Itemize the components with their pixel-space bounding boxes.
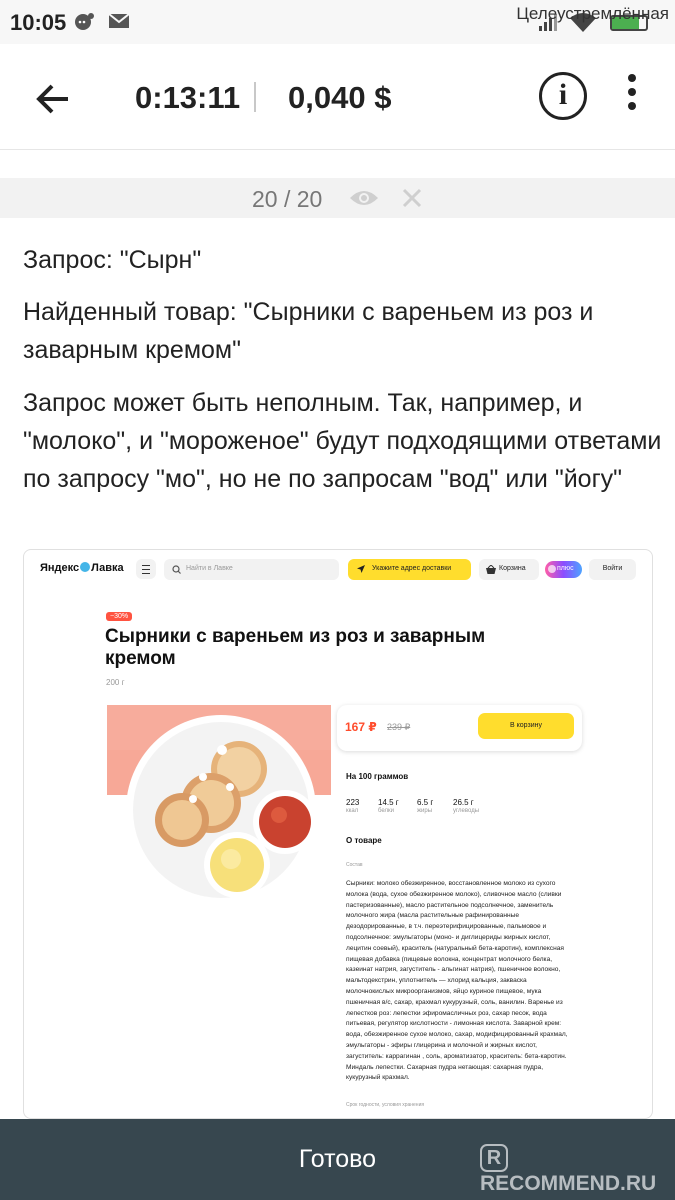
query-text: Запрос: "Сырн" bbox=[23, 246, 202, 274]
arrow-left-icon bbox=[36, 84, 68, 114]
task-price: 0,040 $ bbox=[288, 80, 392, 115]
status-time: 10:05 bbox=[10, 10, 67, 35]
new-price: 167 ₽ bbox=[345, 720, 377, 734]
composition-text: Сырники: молоко обезжиренное, восстановл… bbox=[346, 880, 568, 1082]
discount-badge: −30% bbox=[106, 612, 133, 621]
basket-icon bbox=[486, 565, 496, 574]
nutrition-label: ккал bbox=[346, 808, 359, 814]
found-product-text: Найденный товар: "Сырники с вареньем из … bbox=[23, 298, 594, 364]
nutrition-label: жиры bbox=[417, 808, 433, 814]
chat-notification-icon bbox=[75, 13, 94, 30]
menu-dot bbox=[628, 102, 636, 110]
lavka-login-button: Войти bbox=[589, 559, 636, 580]
buy-block: 167 ₽ 239 ₽ В корзину bbox=[337, 705, 582, 751]
product-weight: 200 г bbox=[106, 678, 125, 687]
mail-notification-icon bbox=[108, 13, 130, 28]
about-title: О товаре bbox=[346, 836, 382, 845]
watermark: RRECOMMEND.RU bbox=[480, 1142, 675, 1196]
lavka-delivery-button: Укажите адрес доставки bbox=[348, 559, 471, 580]
lavka-menu-icon bbox=[136, 559, 156, 579]
nutrition-title: На 100 граммов bbox=[346, 772, 409, 781]
lavka-plus-badge: плюс bbox=[545, 561, 582, 578]
plus-icon bbox=[548, 565, 556, 573]
close-icon bbox=[402, 188, 422, 208]
info-icon: i bbox=[558, 78, 568, 111]
lavka-logo: Яндекс Лавка bbox=[40, 562, 124, 574]
app-bar: 0:13:11 0,040 $ i bbox=[0, 44, 675, 150]
menu-dot bbox=[628, 74, 636, 82]
lavka-search: Найти в Лавке bbox=[164, 559, 339, 580]
back-button[interactable] bbox=[28, 74, 78, 124]
instruction-text: Запрос может быть неполным. Так, наприме… bbox=[23, 389, 662, 493]
task-counter-strip: 20 / 20 bbox=[0, 178, 675, 218]
shelf-life-link: Срок годности, условия хранения bbox=[346, 1102, 425, 1108]
nutrition-label: белки bbox=[378, 808, 394, 814]
more-menu-button[interactable] bbox=[620, 74, 644, 120]
composition-label: Состав bbox=[346, 862, 363, 868]
nutrition-value: 14.5 г bbox=[378, 798, 399, 807]
status-bar: 10:05 Целеустремлённая bbox=[0, 0, 675, 44]
nutrition-value: 223 bbox=[346, 798, 360, 807]
location-arrow-icon bbox=[357, 565, 365, 573]
product-title: Сырники с вареньем из роз и заварным кре… bbox=[105, 626, 486, 669]
old-price: 239 ₽ bbox=[387, 722, 411, 732]
skip-button[interactable] bbox=[400, 185, 424, 211]
product-screenshot: Яндекс Лавка Найти в Лавке Укажите адрес … bbox=[23, 549, 653, 1119]
search-icon bbox=[172, 565, 181, 574]
lavka-cart-button: Корзина bbox=[479, 559, 539, 580]
lavka-header: Яндекс Лавка Найти в Лавке Укажите адрес … bbox=[24, 550, 652, 590]
bottom-bar: Готово RRECOMMEND.RU bbox=[0, 1119, 675, 1200]
task-timer: 0:13:11 bbox=[135, 80, 241, 115]
product-photo bbox=[107, 705, 331, 915]
eye-icon bbox=[350, 191, 378, 205]
nutrition-label: углеводы bbox=[453, 808, 480, 814]
menu-dot bbox=[628, 88, 636, 96]
info-button[interactable]: i bbox=[539, 72, 587, 120]
nutrition-value: 26.5 г bbox=[453, 798, 474, 807]
add-to-cart-button: В корзину bbox=[478, 713, 574, 739]
carrier-name: Целеустремлённая bbox=[516, 4, 669, 23]
task-counter: 20 / 20 bbox=[252, 186, 323, 212]
watermark-logo-icon: R bbox=[480, 1144, 508, 1172]
preview-button[interactable] bbox=[348, 186, 380, 210]
nutrition-value: 6.5 г bbox=[417, 798, 434, 807]
header-divider bbox=[254, 82, 256, 112]
lavka-logo-icon bbox=[80, 562, 91, 572]
